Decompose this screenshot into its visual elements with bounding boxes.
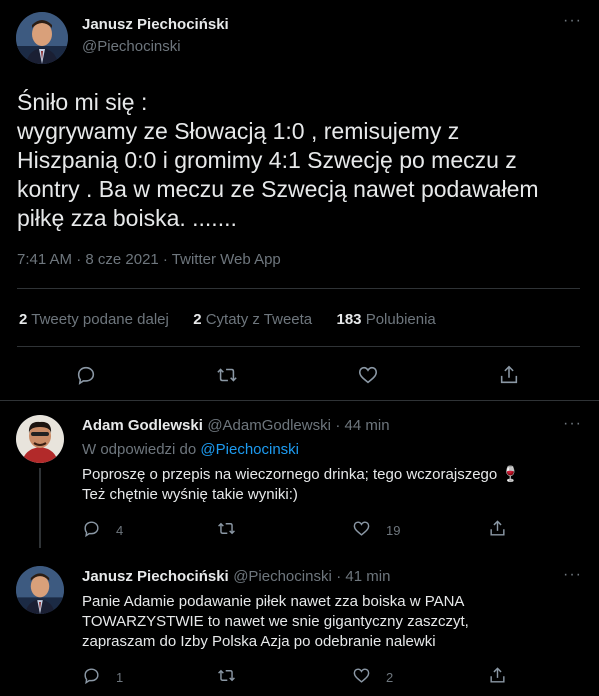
reply-to-link[interactable]: @Piechocinski <box>200 441 299 458</box>
like-icon[interactable] <box>357 364 379 386</box>
main-author-handle[interactable]: @Piechocinski <box>82 38 181 55</box>
tweet-text-line: Śniło mi się : <box>17 89 148 115</box>
reply-context: W odpowiedzi do @Piechocinski <box>82 441 299 458</box>
tweet-text-line: piłkę zza boiska. ....... <box>17 205 237 231</box>
reply-count: 1 <box>116 670 124 685</box>
reply-author-avatar[interactable] <box>16 566 64 614</box>
like-icon[interactable] <box>352 666 371 685</box>
reply-icon[interactable] <box>75 364 97 386</box>
share-icon[interactable] <box>488 666 507 685</box>
like-count: 2 <box>386 670 394 685</box>
reply-text-line: TOWARZYSTWIE to nawet we snie gigantyczn… <box>82 613 469 630</box>
likes-label: Polubienia <box>365 311 436 328</box>
main-tweet-text: Śniło mi się : wygrywamy ze Słowacją 1:0… <box>17 88 539 233</box>
main-more-icon[interactable]: ··· <box>563 12 582 30</box>
reply-text-line: Poproszę o przepis na wieczornego drinka… <box>82 466 521 483</box>
share-icon[interactable] <box>498 364 520 386</box>
reply-text-line: Też chętnie wyśnię takie wyniki:) <box>82 486 298 503</box>
reply-time[interactable]: · 44 min <box>335 417 389 434</box>
retweets-stat[interactable]: 2 Tweety podane dalej <box>19 311 173 328</box>
retweets-label: Tweety podane dalej <box>31 311 169 328</box>
thread-line <box>39 468 41 548</box>
tweet-text-line: kontry . Ba w meczu ze Szwecją nawet pod… <box>17 176 539 202</box>
tweet-timestamp[interactable]: 7:41 AM · 8 cze 2021 · Twitter Web App <box>17 251 281 268</box>
likes-count: 183 <box>336 311 362 328</box>
like-count: 19 <box>386 523 401 538</box>
divider <box>17 346 580 347</box>
divider <box>17 288 580 289</box>
reply-text-line: Panie Adamie podawanie piłek nawet zza b… <box>82 593 465 610</box>
reply-more-icon[interactable]: ··· <box>563 415 582 433</box>
reply-icon[interactable] <box>82 519 101 538</box>
divider <box>0 400 599 401</box>
retweet-icon[interactable] <box>217 666 236 685</box>
likes-stat[interactable]: 183 Polubienia <box>337 311 436 328</box>
reply-header: Adam Godlewski @AdamGodlewski · 44 min <box>82 417 390 435</box>
main-author-avatar[interactable] <box>16 12 68 64</box>
reply-author-name[interactable]: Janusz Piechociński <box>82 568 229 585</box>
reply-author-handle[interactable]: @AdamGodlewski <box>207 417 331 434</box>
reply-more-icon[interactable]: ··· <box>563 566 582 584</box>
retweet-icon[interactable] <box>216 364 238 386</box>
reply-author-name[interactable]: Adam Godlewski <box>82 417 203 434</box>
reply-text-line: zapraszam do Izby Polska Azja po odebran… <box>82 633 436 650</box>
reply-author-avatar[interactable] <box>16 415 64 463</box>
tweet-text-line: wygrywamy ze Słowacją 1:0 , remisujemy z <box>17 118 460 144</box>
tweet-stats: 2 Tweety podane dalej 2 Cytaty z Tweeta … <box>19 311 436 328</box>
quotes-stat[interactable]: 2 Cytaty z Tweeta <box>193 311 316 328</box>
reply-text: Panie Adamie podawanie piłek nawet zza b… <box>82 592 469 652</box>
quotes-label: Cytaty z Tweeta <box>205 311 313 328</box>
reply-icon[interactable] <box>82 666 101 685</box>
quotes-count: 2 <box>193 311 202 328</box>
reply-text: Poproszę o przepis na wieczornego drinka… <box>82 465 520 505</box>
retweets-count: 2 <box>19 311 28 328</box>
reply-header: Janusz Piechociński @Piechocinski · 41 m… <box>82 568 390 586</box>
reply-time[interactable]: · 41 min <box>336 568 390 585</box>
reply-count: 4 <box>116 523 124 538</box>
retweet-icon[interactable] <box>217 519 236 538</box>
like-icon[interactable] <box>352 519 371 538</box>
reply-author-handle[interactable]: @Piechocinski <box>233 568 332 585</box>
main-author-name[interactable]: Janusz Piechociński <box>82 16 229 33</box>
tweet-text-line: Hiszpanią 0:0 i gromimy 4:1 Szwecję po m… <box>17 147 517 173</box>
reply-context-label: W odpowiedzi do <box>82 441 197 458</box>
share-icon[interactable] <box>488 519 507 538</box>
